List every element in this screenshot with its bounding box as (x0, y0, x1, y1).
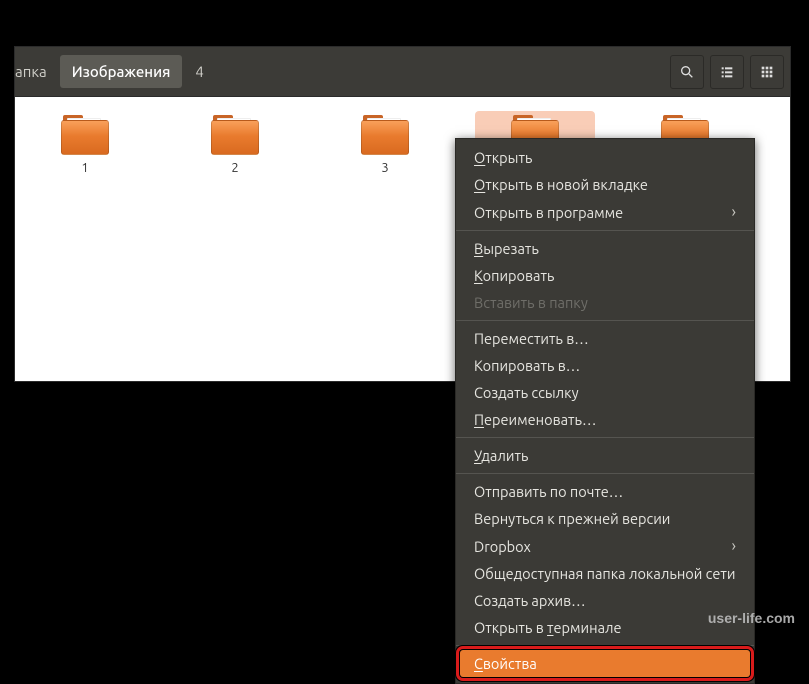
menu-separator (456, 645, 754, 646)
folder-icon (59, 115, 111, 157)
menu-open[interactable]: Открыть (456, 144, 754, 171)
folder-icon (209, 115, 261, 157)
menu-move-to[interactable]: Переместить в… (456, 325, 754, 352)
menu-delete[interactable]: Удалить (456, 442, 754, 469)
folder-label: 1 (81, 161, 88, 175)
menu-open-new-tab[interactable]: Открыть в новой вкладке (456, 171, 754, 198)
folder-icon (359, 115, 411, 157)
menu-separator (456, 437, 754, 438)
menu-separator (456, 320, 754, 321)
folder-label: 2 (231, 161, 238, 175)
menu-cut[interactable]: Вырезать (456, 235, 754, 262)
menu-open-with[interactable]: Открыть в программе› (456, 198, 754, 226)
menu-public-folder[interactable]: Общедоступная папка локальной сети (456, 560, 754, 587)
menu-revert[interactable]: Вернуться к прежней версии (456, 505, 754, 532)
folder-item[interactable]: 3 (325, 111, 445, 181)
menu-properties[interactable]: Свойства (460, 650, 750, 677)
chevron-right-icon: › (732, 537, 737, 555)
menu-rename[interactable]: Переименовать… (456, 406, 754, 433)
menu-copy[interactable]: Копировать (456, 262, 754, 289)
folder-item[interactable]: 1 (25, 111, 145, 181)
titlebar: апка Изображения 4 (15, 47, 790, 97)
toolbar (670, 55, 784, 89)
breadcrumb-current[interactable]: Изображения (60, 55, 183, 88)
breadcrumb: апка Изображения 4 (15, 47, 670, 96)
watermark: user-life.com (708, 610, 795, 626)
folder-item[interactable]: 2 (175, 111, 295, 181)
menu-paste-into: Вставить в папку (456, 289, 754, 316)
list-icon (719, 64, 735, 80)
folder-label: 3 (381, 161, 388, 175)
chevron-right-icon: › (732, 203, 737, 221)
menu-dropbox[interactable]: Dropbox› (456, 532, 754, 560)
breadcrumb-child[interactable]: 4 (183, 55, 215, 88)
list-view-button[interactable] (710, 55, 744, 89)
menu-separator (456, 230, 754, 231)
grid-view-button[interactable] (750, 55, 784, 89)
search-icon (679, 64, 695, 80)
context-menu: Открыть Открыть в новой вкладке Открыть … (455, 138, 755, 684)
menu-send-mail[interactable]: Отправить по почте… (456, 478, 754, 505)
menu-make-link[interactable]: Создать ссылку (456, 379, 754, 406)
menu-copy-to[interactable]: Копировать в… (456, 352, 754, 379)
menu-separator (456, 473, 754, 474)
search-button[interactable] (670, 55, 704, 89)
grid-icon (759, 64, 775, 80)
breadcrumb-parent[interactable]: апка (15, 55, 59, 88)
